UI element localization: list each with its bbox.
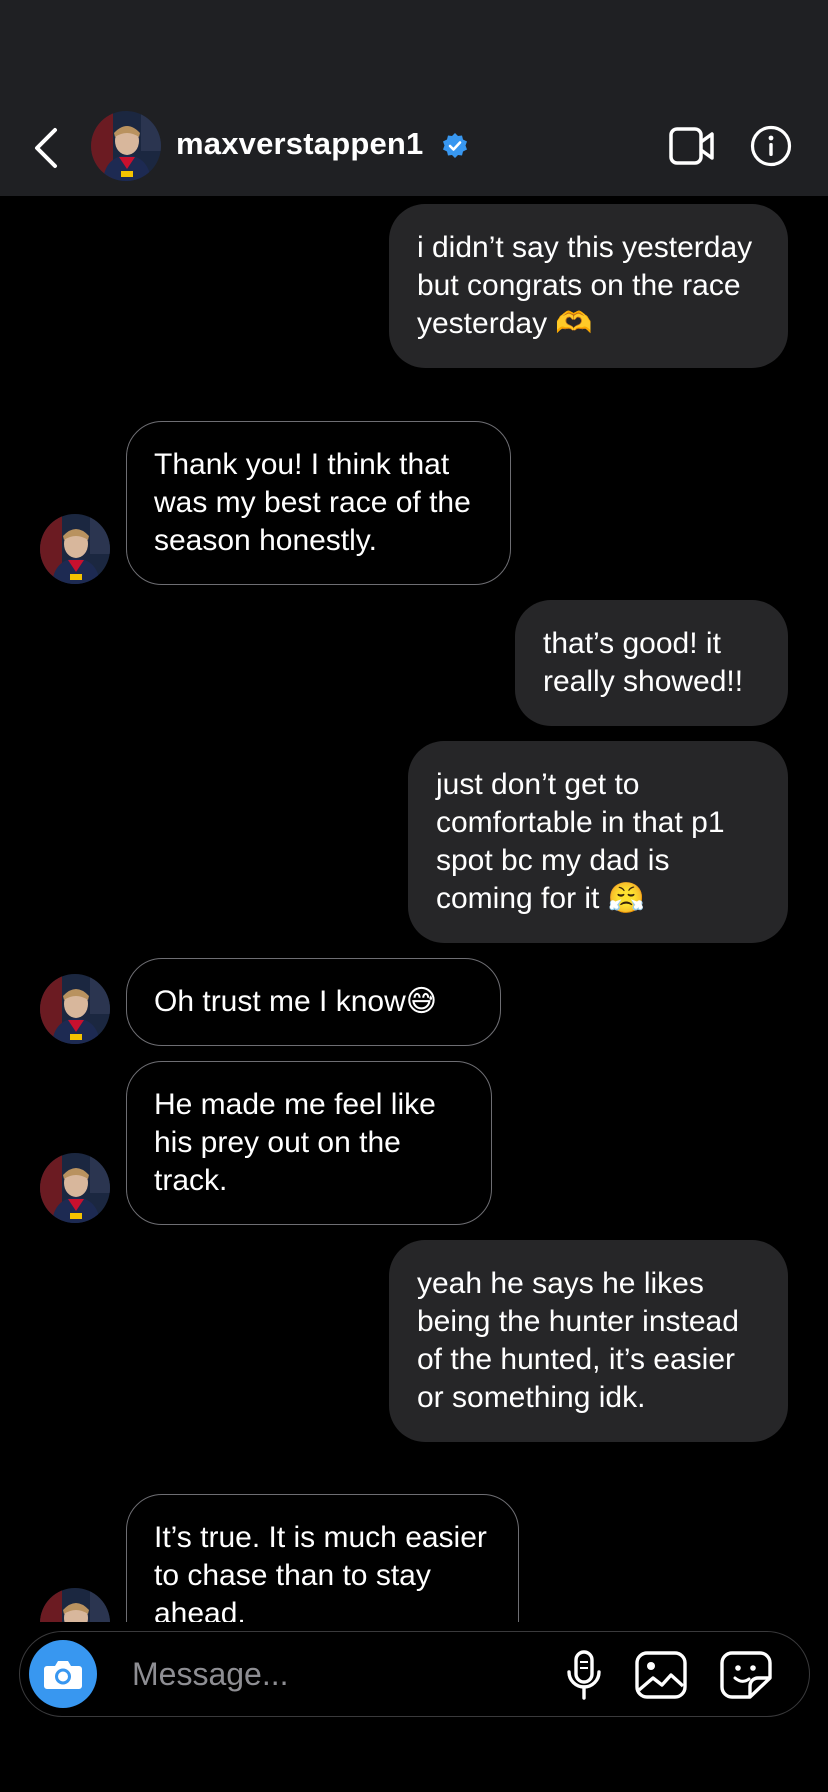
message-bubble-received[interactable]: It’s true. It is much easier to chase th… xyxy=(126,1494,519,1622)
message-bubble-received[interactable]: Thank you! I think that was my best race… xyxy=(126,421,511,585)
message-input[interactable] xyxy=(132,1648,532,1700)
message-bubble-received[interactable]: Oh trust me I know😅 xyxy=(126,958,501,1046)
sender-avatar[interactable] xyxy=(40,514,110,584)
verified-badge-icon xyxy=(443,133,467,158)
voice-message-button[interactable] xyxy=(558,1650,610,1700)
image-icon xyxy=(635,1651,687,1699)
camera-icon xyxy=(44,1661,82,1689)
message-bubble-sent[interactable]: yeah he says he likes being the hunter i… xyxy=(389,1240,788,1442)
message-bubble-sent[interactable]: that’s good! it really showed!! xyxy=(515,600,788,726)
message-bubble-sent[interactable]: i didn’t say this yesterday but congrats… xyxy=(389,204,788,368)
chevron-left-icon xyxy=(35,128,57,168)
microphone-icon xyxy=(567,1650,601,1700)
message-bubble-sent[interactable]: just don’t get to comfortable in that p1… xyxy=(408,741,788,943)
info-button[interactable] xyxy=(750,125,792,167)
back-button[interactable] xyxy=(24,120,68,176)
gallery-button[interactable] xyxy=(634,1650,687,1700)
info-icon xyxy=(750,125,792,167)
sender-avatar[interactable] xyxy=(40,1153,110,1223)
sender-avatar[interactable] xyxy=(40,974,110,1044)
video-camera-icon xyxy=(669,127,714,165)
avatar[interactable] xyxy=(91,111,161,181)
username[interactable]: maxverstappen1 xyxy=(176,126,424,162)
message-thread[interactable]: i didn’t say this yesterday but congrats… xyxy=(0,196,828,1622)
video-call-button[interactable] xyxy=(668,124,716,168)
message-bubble-received[interactable]: He made me feel like his prey out on the… xyxy=(126,1061,492,1225)
chat-header: maxverstappen1 xyxy=(0,0,828,196)
sticker-button[interactable] xyxy=(720,1650,772,1700)
sender-avatar[interactable] xyxy=(40,1588,110,1622)
sticker-icon xyxy=(720,1651,772,1699)
message-composer xyxy=(19,1631,810,1717)
camera-button[interactable] xyxy=(29,1640,97,1708)
